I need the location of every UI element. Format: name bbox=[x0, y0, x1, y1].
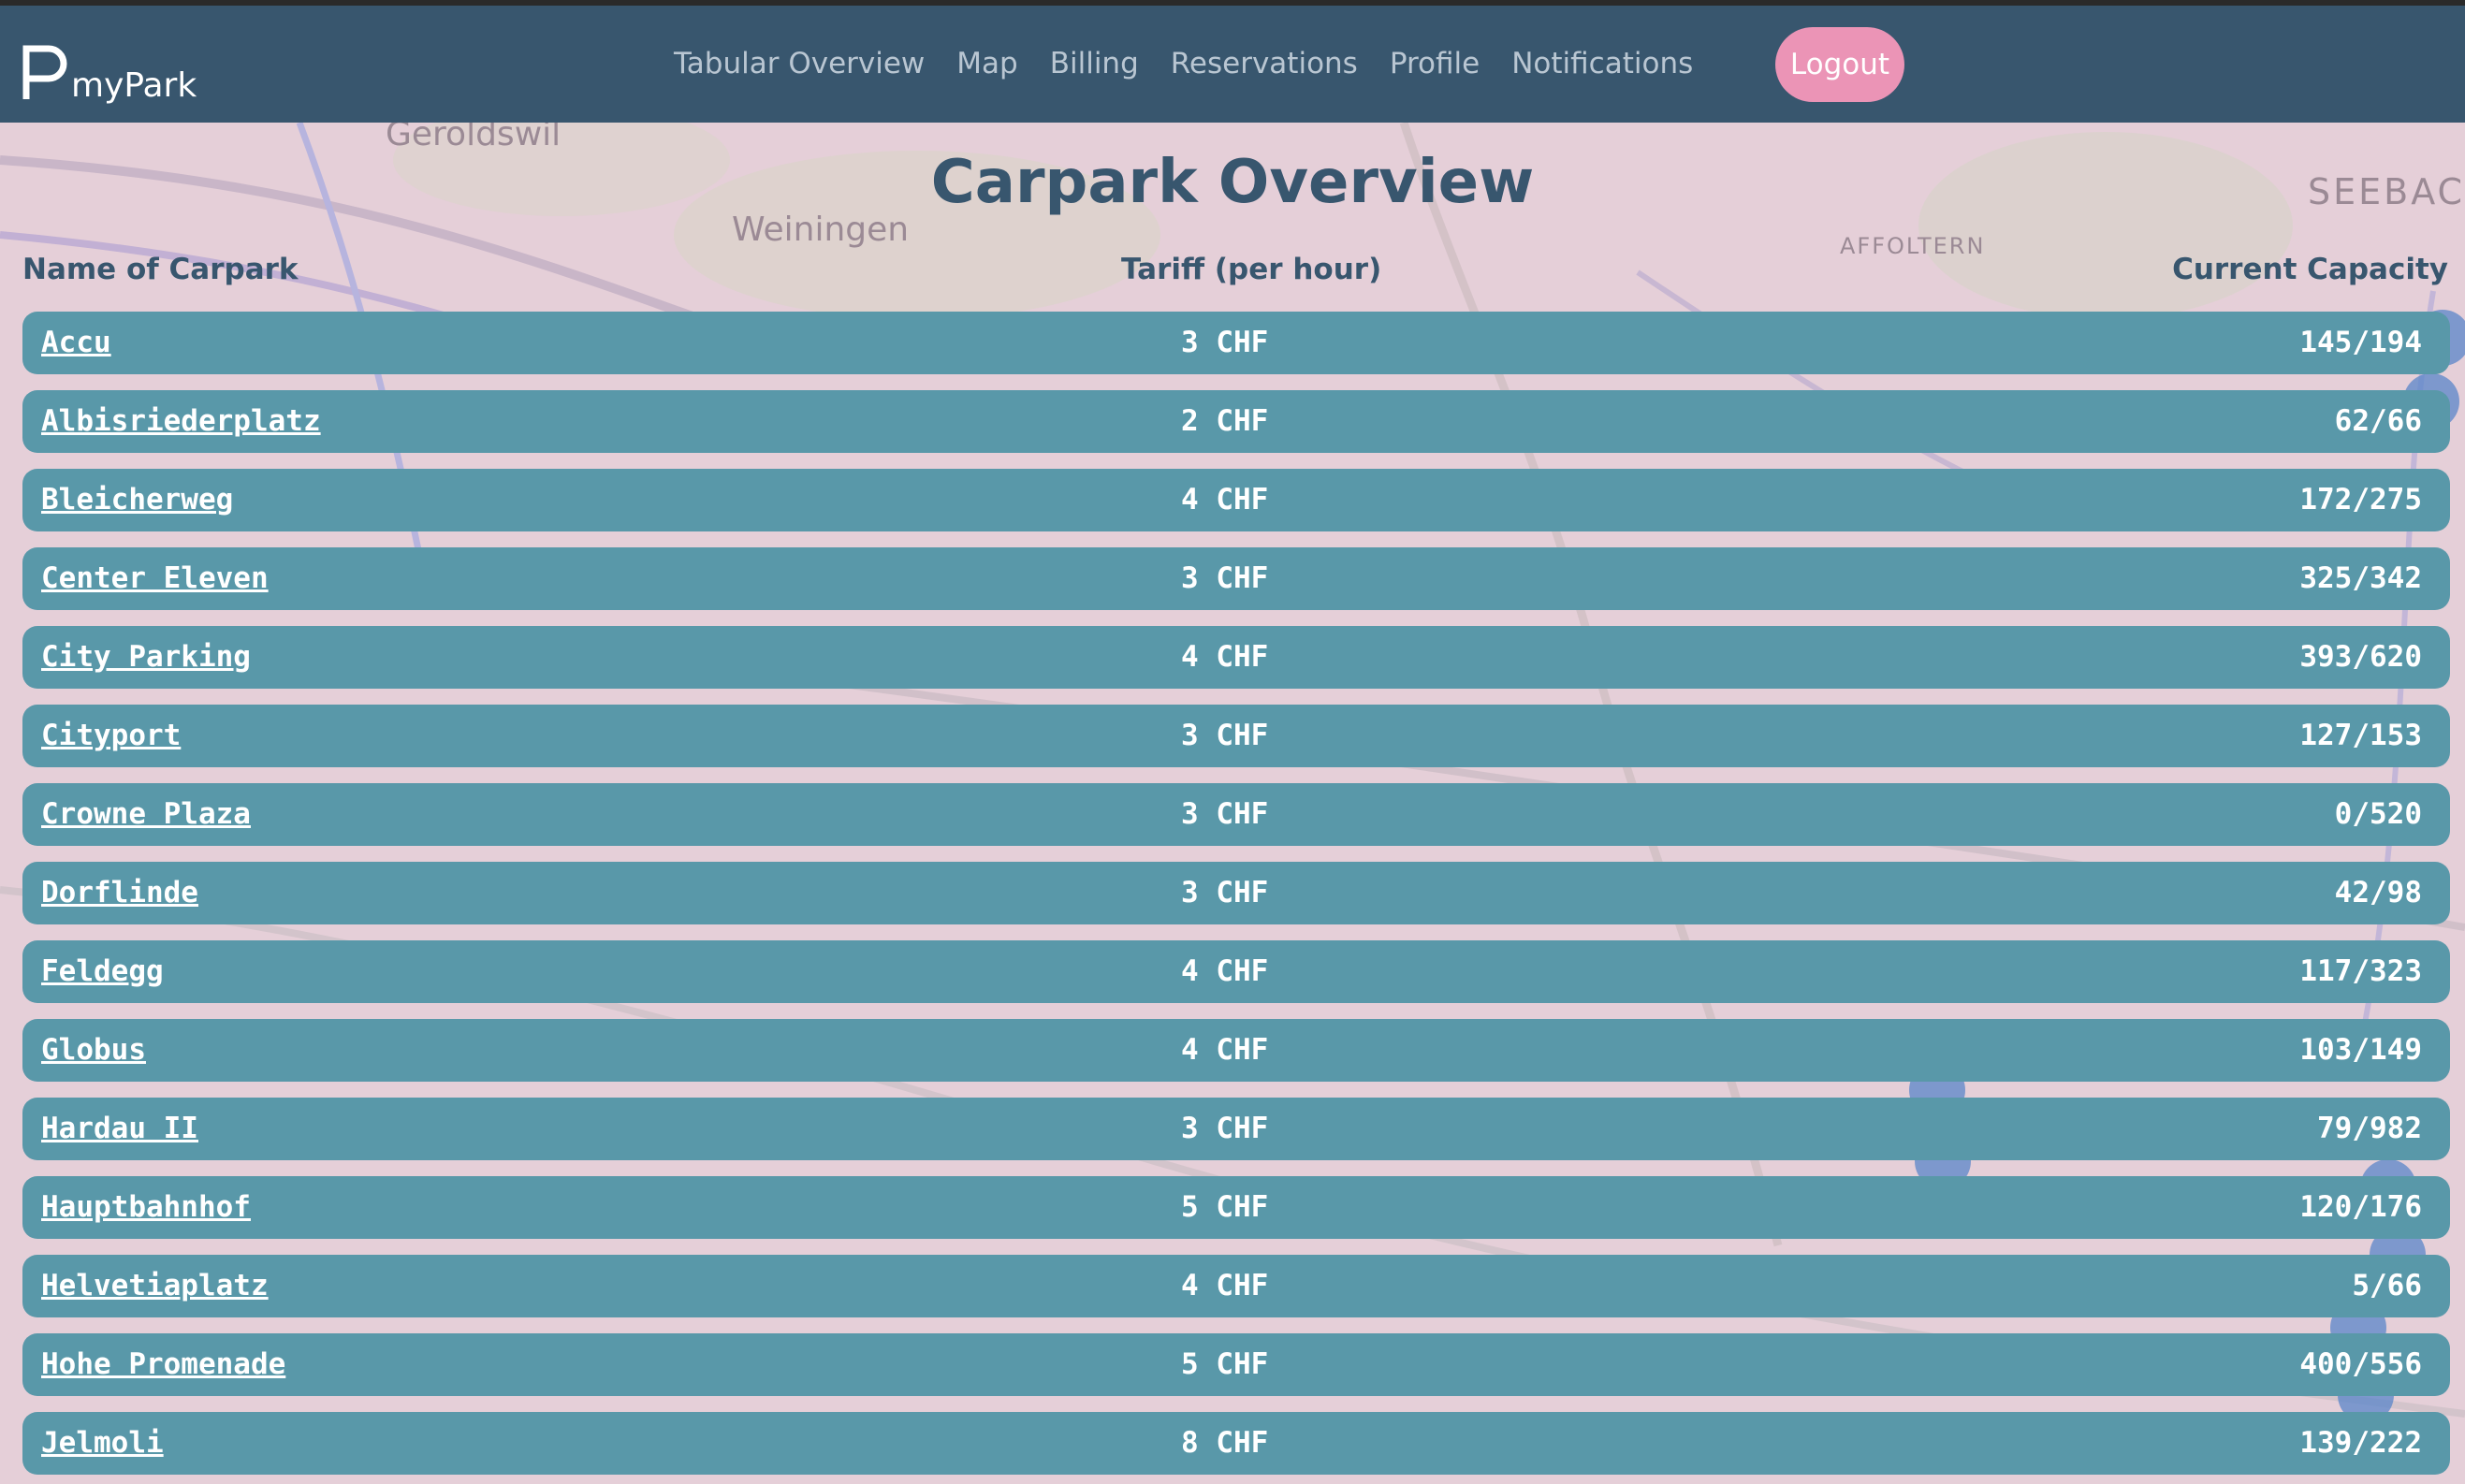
carpark-tariff: 5 CHF bbox=[1181, 1190, 1269, 1224]
carpark-capacity: 400/556 bbox=[2299, 1347, 2422, 1381]
carpark-name-link[interactable]: Crowne Plaza bbox=[41, 797, 251, 831]
carpark-name-link[interactable]: Accu bbox=[41, 326, 111, 359]
brand-name: myPark bbox=[71, 66, 197, 105]
column-header-name: Name of Carpark bbox=[22, 253, 299, 286]
nav-notifications[interactable]: Notifications bbox=[1511, 47, 1693, 80]
nav-billing[interactable]: Billing bbox=[1050, 47, 1139, 80]
carpark-name-link[interactable]: Hohe Promenade bbox=[41, 1347, 285, 1381]
carpark-name-link[interactable]: Globus bbox=[41, 1033, 146, 1067]
carpark-capacity: 139/222 bbox=[2299, 1426, 2422, 1460]
carpark-row[interactable]: Feldegg 4 CHF 117/323 bbox=[22, 940, 2450, 1003]
nav-reservations[interactable]: Reservations bbox=[1171, 47, 1358, 80]
carpark-tariff: 4 CHF bbox=[1181, 483, 1269, 516]
nav-map[interactable]: Map bbox=[956, 47, 1017, 80]
carpark-tariff: 4 CHF bbox=[1181, 640, 1269, 674]
table-header: Name of Carpark Tariff (per hour) Curren… bbox=[22, 253, 2448, 290]
carpark-row[interactable]: Hardau II 3 CHF 79/982 bbox=[22, 1098, 2450, 1160]
carpark-tariff: 4 CHF bbox=[1181, 1033, 1269, 1067]
carpark-row[interactable]: Hohe Promenade 5 CHF 400/556 bbox=[22, 1333, 2450, 1396]
carpark-tariff: 3 CHF bbox=[1181, 797, 1269, 831]
carpark-capacity: 42/98 bbox=[2334, 876, 2422, 909]
parking-logo-icon bbox=[22, 45, 67, 99]
carpark-capacity: 120/176 bbox=[2299, 1190, 2422, 1224]
carpark-tariff: 2 CHF bbox=[1181, 404, 1269, 438]
nav-links: Tabular Overview Map Billing Reservation… bbox=[674, 47, 1725, 80]
carpark-name-link[interactable]: Dorflinde bbox=[41, 876, 198, 909]
carpark-row[interactable]: Center Eleven 3 CHF 325/342 bbox=[22, 547, 2450, 610]
carpark-name-link[interactable]: Jelmoli bbox=[41, 1426, 164, 1460]
carpark-tariff: 4 CHF bbox=[1181, 954, 1269, 988]
logout-button[interactable]: Logout bbox=[1775, 27, 1904, 102]
carpark-name-link[interactable]: City Parking bbox=[41, 640, 251, 674]
carpark-capacity: 5/66 bbox=[2352, 1269, 2422, 1302]
carpark-capacity: 103/149 bbox=[2299, 1033, 2422, 1067]
carpark-capacity: 172/275 bbox=[2299, 483, 2422, 516]
navbar: myPark Tabular Overview Map Billing Rese… bbox=[0, 6, 2465, 123]
page-title: Carpark Overview bbox=[930, 148, 1535, 217]
carpark-row[interactable]: Albisriederplatz 2 CHF 62/66 bbox=[22, 390, 2450, 453]
carpark-row[interactable]: Bleicherweg 4 CHF 172/275 bbox=[22, 469, 2450, 531]
carpark-name-link[interactable]: Helvetiaplatz bbox=[41, 1269, 269, 1302]
carpark-capacity: 0/520 bbox=[2334, 797, 2422, 831]
carpark-name-link[interactable]: Hardau II bbox=[41, 1112, 198, 1145]
carpark-row[interactable]: Helvetiaplatz 4 CHF 5/66 bbox=[22, 1255, 2450, 1317]
brand[interactable]: myPark bbox=[21, 36, 197, 105]
carpark-tariff: 8 CHF bbox=[1181, 1426, 1269, 1460]
carpark-capacity: 393/620 bbox=[2299, 640, 2422, 674]
carpark-name-link[interactable]: Center Eleven bbox=[41, 561, 269, 595]
carpark-tariff: 3 CHF bbox=[1181, 876, 1269, 909]
carpark-tariff: 3 CHF bbox=[1181, 719, 1269, 752]
carpark-row[interactable]: Globus 4 CHF 103/149 bbox=[22, 1019, 2450, 1082]
carpark-row[interactable]: Dorflinde 3 CHF 42/98 bbox=[22, 862, 2450, 924]
carpark-capacity: 127/153 bbox=[2299, 719, 2422, 752]
carpark-tariff: 3 CHF bbox=[1181, 561, 1269, 595]
column-header-capacity: Current Capacity bbox=[2172, 253, 2448, 286]
carpark-tariff: 5 CHF bbox=[1181, 1347, 1269, 1381]
carpark-row[interactable]: City Parking 4 CHF 393/620 bbox=[22, 626, 2450, 689]
carpark-capacity: 325/342 bbox=[2299, 561, 2422, 595]
carpark-tariff: 3 CHF bbox=[1181, 326, 1269, 359]
nav-profile[interactable]: Profile bbox=[1390, 47, 1480, 80]
carpark-row[interactable]: Hauptbahnhof 5 CHF 120/176 bbox=[22, 1176, 2450, 1239]
carpark-capacity: 145/194 bbox=[2299, 326, 2422, 359]
carpark-capacity: 117/323 bbox=[2299, 954, 2422, 988]
nav-tabular-overview[interactable]: Tabular Overview bbox=[674, 47, 925, 80]
carpark-name-link[interactable]: Cityport bbox=[41, 719, 181, 752]
carpark-list: Accu 3 CHF 145/194 Albisriederplatz 2 CHF 62… bbox=[22, 312, 2450, 1484]
carpark-tariff: 4 CHF bbox=[1181, 1269, 1269, 1302]
carpark-capacity: 62/66 bbox=[2334, 404, 2422, 438]
carpark-row[interactable]: Crowne Plaza 3 CHF 0/520 bbox=[22, 783, 2450, 846]
carpark-name-link[interactable]: Hauptbahnhof bbox=[41, 1190, 251, 1224]
carpark-row[interactable]: Jelmoli 8 CHF 139/222 bbox=[22, 1412, 2450, 1475]
carpark-capacity: 79/982 bbox=[2317, 1112, 2422, 1145]
carpark-name-link[interactable]: Bleicherweg bbox=[41, 483, 233, 516]
carpark-name-link[interactable]: Albisriederplatz bbox=[41, 404, 321, 438]
carpark-row[interactable]: Cityport 3 CHF 127/153 bbox=[22, 705, 2450, 767]
carpark-tariff: 3 CHF bbox=[1181, 1112, 1269, 1145]
column-header-tariff: Tariff (per hour) bbox=[1121, 253, 1382, 286]
carpark-row[interactable]: Accu 3 CHF 145/194 bbox=[22, 312, 2450, 374]
carpark-name-link[interactable]: Feldegg bbox=[41, 954, 164, 988]
